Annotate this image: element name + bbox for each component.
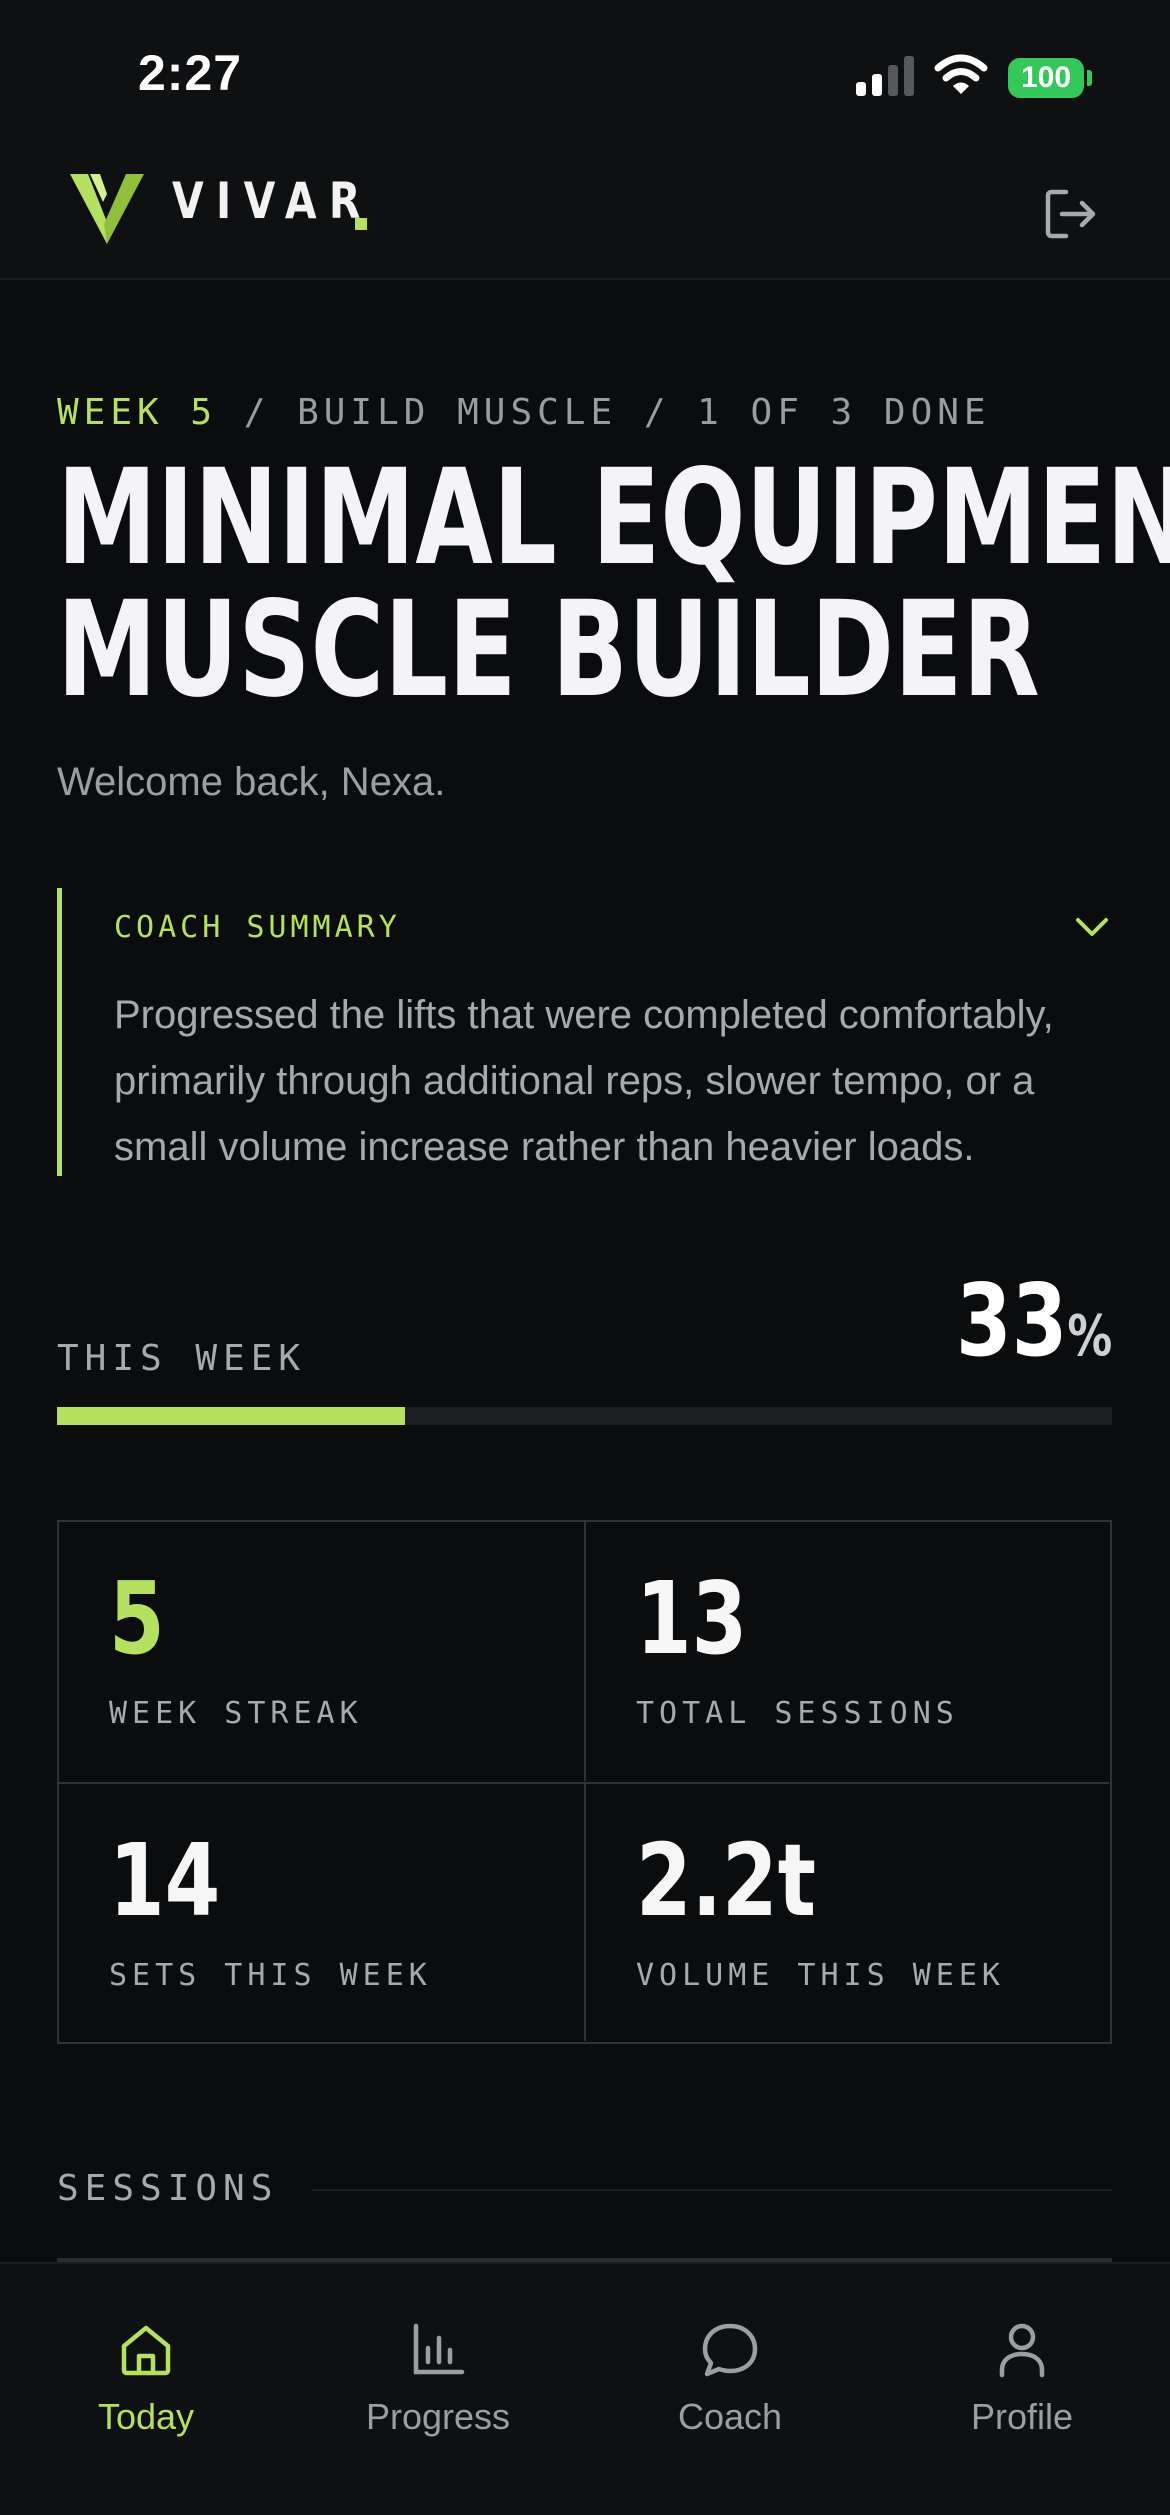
program-breadcrumb: WEEK 5 / BUILD MUSCLE / 1 OF 3 DONE xyxy=(57,392,991,433)
stat-value: 5 xyxy=(109,1560,165,1677)
welcome-message: Welcome back, Nexa. xyxy=(57,760,446,804)
stat-label: WEEK STREAK xyxy=(109,1696,363,1731)
week-progress-fill xyxy=(57,1407,406,1425)
wifi-icon xyxy=(934,54,988,94)
vivar-logo-icon xyxy=(70,174,144,244)
status-bar: 2:27 100 xyxy=(0,0,1170,150)
coach-summary-label: COACH SUMMARY xyxy=(114,910,401,945)
this-week-label: THIS WEEK xyxy=(57,1338,307,1379)
week-progress-unit: % xyxy=(1067,1304,1112,1369)
chat-bubble-icon xyxy=(702,2323,758,2377)
stat-value: 2.2t xyxy=(636,1822,816,1939)
tab-label: Profile xyxy=(970,2396,1074,2437)
tab-label: Progress xyxy=(365,2396,511,2437)
stat-volume-this-week: 2.2t VOLUME THIS WEEK xyxy=(584,1782,1109,2041)
week-progress-bar xyxy=(57,1407,1112,1425)
week-indicator: WEEK 5 xyxy=(57,392,218,433)
bottom-tab-bar: Today Progress Coach Profile xyxy=(0,2262,1170,2515)
brand-name: VIVAR xyxy=(172,172,373,230)
logout-icon[interactable] xyxy=(1040,184,1100,244)
stats-grid: 5 WEEK STREAK 13 TOTAL SESSIONS 14 SETS … xyxy=(57,1520,1112,2044)
signal-icon xyxy=(856,56,914,96)
stat-value: 14 xyxy=(109,1822,221,1939)
battery-icon: 100 xyxy=(1008,58,1084,98)
week-progress-value: 33 xyxy=(955,1262,1068,1379)
page-title-line-1: MINIMAL EQUIPMENT xyxy=(57,441,1170,595)
breadcrumb-rest: / BUILD MUSCLE / 1 OF 3 DONE xyxy=(217,392,991,433)
page-title-line-2: MUSCLE BUILDER xyxy=(57,573,1040,727)
stat-sets-this-week: 14 SETS THIS WEEK xyxy=(59,1782,584,2041)
tab-profile[interactable]: Profile xyxy=(876,2264,1168,2515)
tab-progress[interactable]: Progress xyxy=(292,2264,584,2515)
app-screen: 2:27 100 VIVAR WEEK 5 / BUILD MUSCLE / 1… xyxy=(0,0,1170,2515)
tab-label: Today xyxy=(97,2396,195,2437)
bar-chart-icon xyxy=(413,2323,465,2375)
week-progress-percent: 33% xyxy=(956,1262,1112,1379)
person-icon xyxy=(999,2323,1045,2378)
tab-label: Coach xyxy=(677,2396,783,2437)
coach-summary-card[interactable]: COACH SUMMARY Progressed the lifts that … xyxy=(57,888,1112,1176)
brand-dot xyxy=(355,218,367,230)
stat-label: SETS THIS WEEK xyxy=(109,1958,432,1993)
stat-label: TOTAL SESSIONS xyxy=(636,1696,959,1731)
stat-value: 13 xyxy=(636,1560,748,1677)
tab-coach[interactable]: Coach xyxy=(584,2264,876,2515)
coach-summary-text: Progressed the lifts that were completed… xyxy=(114,993,1054,1169)
sessions-divider xyxy=(312,2189,1112,2191)
status-time: 2:27 xyxy=(138,45,243,101)
stat-label: VOLUME THIS WEEK xyxy=(636,1958,1005,1993)
tab-today[interactable]: Today xyxy=(0,2264,292,2515)
stat-total-sessions: 13 TOTAL SESSIONS xyxy=(584,1522,1109,1781)
battery-tip xyxy=(1087,70,1092,86)
app-header: VIVAR xyxy=(0,150,1170,280)
home-icon xyxy=(121,2325,171,2376)
chevron-down-icon[interactable] xyxy=(1072,908,1112,944)
page-title: MINIMAL EQUIPMENT MUSCLE BUILDER xyxy=(57,441,1170,727)
stat-week-streak: 5 WEEK STREAK xyxy=(59,1522,584,1781)
sessions-heading: SESSIONS xyxy=(57,2168,279,2209)
